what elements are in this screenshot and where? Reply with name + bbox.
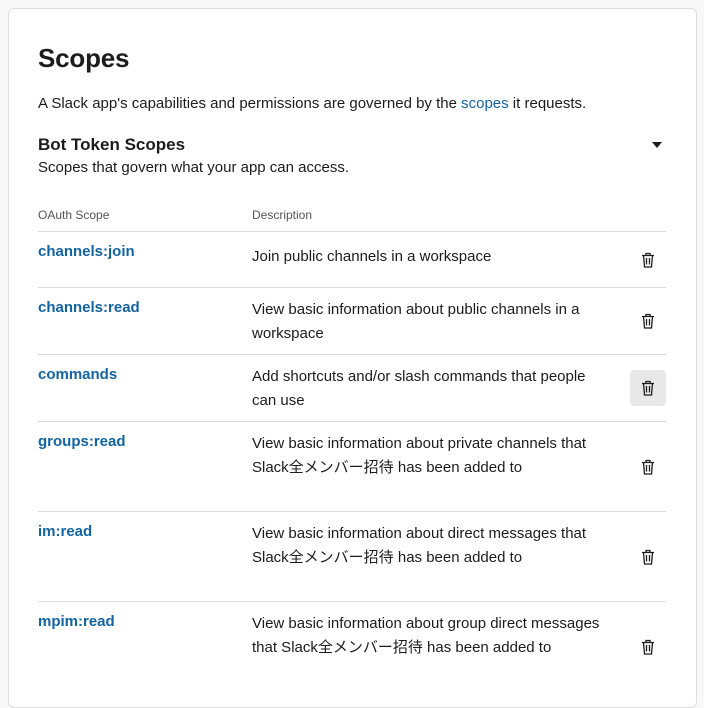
scope-cell: im:read bbox=[38, 511, 252, 602]
scope-cell: channels:read bbox=[38, 287, 252, 355]
action-cell bbox=[612, 511, 666, 602]
description-cell: View basic information about public chan… bbox=[252, 287, 612, 355]
column-header-description: Description bbox=[252, 208, 313, 222]
scope-link[interactable]: im:read bbox=[38, 523, 92, 540]
section-subtitle: Scopes that govern what your app can acc… bbox=[38, 159, 350, 176]
scope-link[interactable]: mpim:read bbox=[38, 613, 115, 630]
intro-text-before: A Slack app's capabilities and permissio… bbox=[38, 95, 462, 112]
description-cell: View basic information about direct mess… bbox=[252, 511, 612, 602]
table-row: im:read View basic information about dir… bbox=[38, 511, 666, 602]
intro-text-after: it requests. bbox=[508, 95, 587, 112]
scope-link[interactable]: channels:read bbox=[38, 299, 140, 316]
scopes-link[interactable]: scopes bbox=[461, 95, 509, 112]
description-cell: View basic information about group direc… bbox=[252, 601, 612, 692]
scope-cell: mpim:read bbox=[38, 601, 252, 692]
trash-icon[interactable] bbox=[630, 242, 666, 278]
action-cell bbox=[612, 287, 666, 355]
action-cell bbox=[612, 421, 666, 512]
description-cell: Add shortcuts and/or slash commands that… bbox=[252, 354, 612, 422]
scopes-card: Scopes A Slack app's capabilities and pe… bbox=[8, 8, 697, 708]
table-row: mpim:read View basic information about g… bbox=[38, 601, 666, 692]
scope-cell: groups:read bbox=[38, 421, 252, 512]
scopes-table: channels:join Join public channels in a … bbox=[38, 231, 666, 692]
trash-icon[interactable] bbox=[630, 303, 666, 339]
trash-icon[interactable] bbox=[630, 629, 666, 665]
action-cell bbox=[612, 601, 666, 692]
column-header-scope: OAuth Scope bbox=[38, 208, 110, 222]
section-title: Bot Token Scopes bbox=[38, 135, 186, 154]
scope-cell: channels:join bbox=[38, 231, 252, 288]
trash-icon[interactable] bbox=[630, 370, 666, 406]
scope-cell: commands bbox=[38, 354, 252, 422]
table-row: commands Add shortcuts and/or slash comm… bbox=[38, 354, 666, 422]
trash-icon[interactable] bbox=[630, 449, 666, 485]
table-row: channels:read View basic information abo… bbox=[38, 287, 666, 355]
caret-down-icon[interactable] bbox=[647, 137, 667, 153]
action-cell bbox=[612, 354, 666, 422]
table-row: groups:read View basic information about… bbox=[38, 421, 666, 512]
scope-link[interactable]: commands bbox=[38, 366, 117, 383]
trash-icon[interactable] bbox=[630, 539, 666, 575]
description-cell: View basic information about private cha… bbox=[252, 421, 612, 512]
scope-link[interactable]: groups:read bbox=[38, 433, 126, 450]
intro-text: A Slack app's capabilities and permissio… bbox=[38, 95, 586, 112]
scope-link[interactable]: channels:join bbox=[38, 243, 135, 260]
description-cell: Join public channels in a workspace bbox=[252, 231, 612, 288]
table-row: channels:join Join public channels in a … bbox=[38, 231, 666, 288]
action-cell bbox=[612, 231, 666, 288]
page-title: Scopes bbox=[38, 43, 130, 73]
